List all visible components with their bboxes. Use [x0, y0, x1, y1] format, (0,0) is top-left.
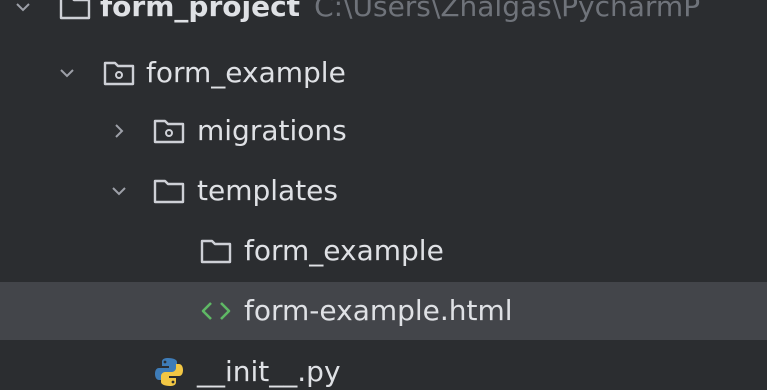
html-file-icon	[199, 294, 233, 328]
tree-row-form-example-html[interactable]: form-example.html	[0, 282, 767, 340]
tree-row-templates[interactable]: templates	[0, 162, 767, 220]
chevron-down-icon[interactable]	[54, 60, 80, 86]
package-folder-icon	[102, 56, 136, 90]
folder-icon	[58, 0, 92, 24]
tree-item-label: form_example	[146, 56, 346, 89]
python-file-icon	[152, 355, 186, 389]
tree-row-init-py[interactable]: __init__.py	[0, 343, 767, 390]
package-folder-icon	[152, 114, 186, 148]
tree-row-root[interactable]: form_project C:\Users\Zhalgas\PycharmP	[0, 0, 767, 36]
tree-item-label: migrations	[197, 114, 347, 147]
project-path: C:\Users\Zhalgas\PycharmP	[314, 0, 701, 23]
chevron-down-icon[interactable]	[10, 0, 36, 20]
tree-item-label: form_example	[244, 234, 444, 267]
tree-row-migrations[interactable]: migrations	[0, 102, 767, 160]
folder-icon	[152, 174, 186, 208]
project-name: form_project	[100, 0, 301, 23]
tree-row-form-example-folder[interactable]: form_example	[0, 222, 767, 280]
tree-item-label: __init__.py	[197, 355, 341, 388]
chevron-down-icon[interactable]	[106, 178, 132, 204]
chevron-right-icon[interactable]	[106, 118, 132, 144]
tree-row-form-example-package[interactable]: form_example	[0, 44, 767, 102]
project-tree: form_project C:\Users\Zhalgas\PycharmP fo…	[0, 0, 767, 390]
tree-item-label: form-example.html	[244, 294, 513, 327]
tree-item-label: templates	[197, 174, 338, 207]
folder-icon	[199, 234, 233, 268]
